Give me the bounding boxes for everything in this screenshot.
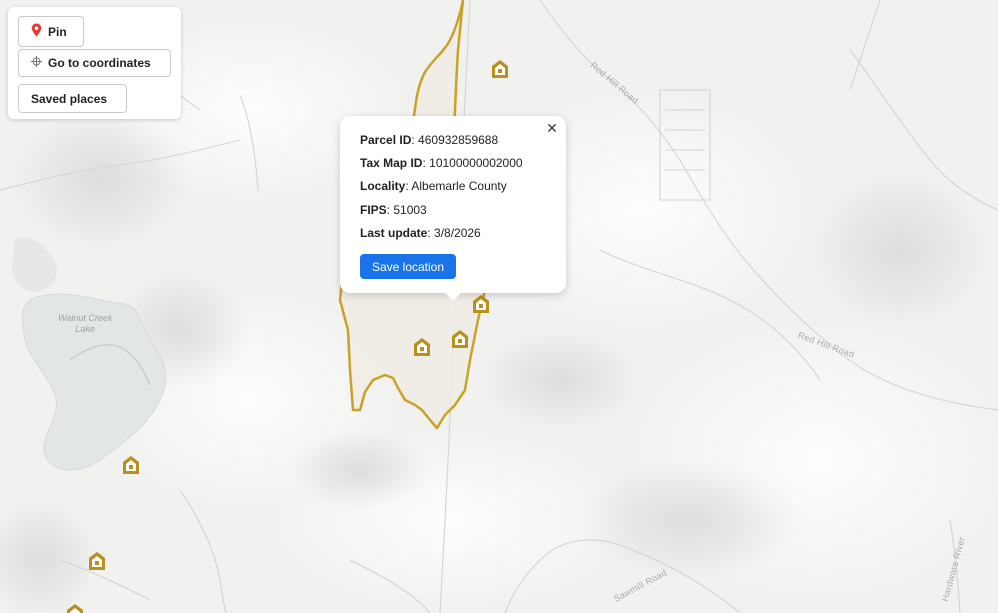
locality-value: Albemarle County xyxy=(411,179,507,193)
fips-row: FIPS: 51003 xyxy=(360,203,427,217)
house-marker-icon[interactable] xyxy=(122,455,140,475)
parcel-id-label: Parcel ID xyxy=(360,133,412,147)
map-canvas[interactable]: Walnut Creek Lake Red Hill Road Red Hill … xyxy=(0,0,998,613)
house-marker-icon[interactable] xyxy=(88,551,106,571)
tax-map-row: Tax Map ID: 10100000002000 xyxy=(360,156,523,170)
house-marker-icon[interactable] xyxy=(472,294,490,314)
tax-map-label: Tax Map ID xyxy=(360,156,423,170)
parcel-id-row: Parcel ID: 460932859688 xyxy=(360,133,499,147)
locality-row: Locality: Albemarle County xyxy=(360,179,507,193)
fips-value: 51003 xyxy=(393,203,427,217)
save-location-button[interactable]: Save location xyxy=(360,254,456,279)
pin-button-label: Pin xyxy=(48,24,67,39)
last-update-value: 3/8/2026 xyxy=(434,226,481,240)
parcel-popup: ✕ Parcel ID: 460932859688 Tax Map ID: 10… xyxy=(340,116,566,301)
house-marker-icon[interactable] xyxy=(451,329,469,349)
map-toolbar: Pin Go to coordinates Saved places xyxy=(8,7,181,119)
go-to-coordinates-label: Go to coordinates xyxy=(48,56,151,70)
pin-button[interactable]: Pin xyxy=(18,16,84,47)
locality-label: Locality xyxy=(360,179,406,193)
tax-map-value: 10100000002000 xyxy=(429,156,523,170)
crosshair-icon xyxy=(31,56,42,70)
close-icon[interactable]: ✕ xyxy=(545,121,559,135)
last-update-label: Last update xyxy=(360,226,428,240)
fips-label: FIPS xyxy=(360,203,387,217)
last-update-row: Last update: 3/8/2026 xyxy=(360,226,481,240)
parcel-id-value: 460932859688 xyxy=(418,133,499,147)
house-marker-icon[interactable] xyxy=(66,603,84,613)
map-pin-icon xyxy=(31,23,42,40)
saved-places-label: Saved places xyxy=(31,91,108,106)
house-marker-icon[interactable] xyxy=(413,337,431,357)
lake-label: Walnut Creek Lake xyxy=(58,313,113,334)
popup-pointer xyxy=(444,292,462,301)
go-to-coordinates-button[interactable]: Go to coordinates xyxy=(18,49,171,77)
house-marker-icon[interactable] xyxy=(491,59,509,79)
saved-places-button[interactable]: Saved places xyxy=(18,84,127,113)
